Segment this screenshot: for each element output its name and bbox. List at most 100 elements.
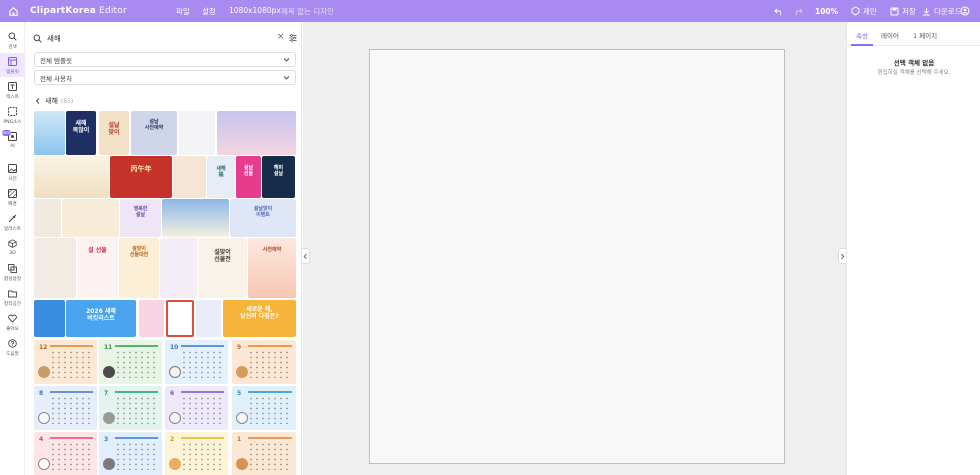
calendar-grid	[248, 396, 290, 424]
calendar-thumbnail[interactable]: 6	[165, 386, 228, 430]
section-header[interactable]: 새해 (65)	[35, 96, 73, 106]
template-thumbnail[interactable]: 설날 사전예약	[131, 111, 177, 155]
template-thumbnail[interactable]: 설날 맞이	[99, 111, 129, 155]
rail-item-illustration[interactable]: 일러스트	[0, 210, 25, 234]
usage-select[interactable]: 전체 사용처	[34, 70, 296, 85]
template-type-select[interactable]: 전체 템플릿	[34, 52, 296, 67]
template-thumbnail[interactable]: 새해 福	[207, 156, 235, 198]
rail-item-png-source[interactable]: PNG소스	[0, 103, 25, 127]
document-name[interactable]: 제목 없는 디자인	[281, 6, 334, 17]
calendar-thumbnail[interactable]: 4	[34, 432, 97, 475]
calendar-thumbnail[interactable]: 8	[34, 386, 97, 430]
template-thumbnail[interactable]	[179, 111, 215, 155]
template-thumbnail[interactable]	[34, 238, 76, 298]
pet-illustration	[103, 458, 115, 470]
template-thumbnail[interactable]	[173, 156, 206, 198]
collapse-left-panel-button[interactable]	[302, 248, 310, 264]
rail-item-composite[interactable]: 합성용컷	[0, 260, 25, 284]
template-thumbnail[interactable]: 설날맞이 이벤트	[230, 199, 296, 237]
zoom-level[interactable]: 100%	[815, 0, 838, 22]
chevron-right-icon	[841, 253, 845, 260]
rail-item-photo[interactable]: 사진	[0, 160, 25, 184]
template-thumbnail[interactable]: 새로운 해, 당신의 다짐은?	[223, 300, 296, 337]
filter-settings-icon[interactable]	[289, 34, 297, 42]
account-button[interactable]	[960, 0, 970, 22]
home-icon[interactable]	[6, 4, 20, 18]
template-thumbnail[interactable]	[34, 111, 65, 155]
template-thumbnail[interactable]	[34, 156, 109, 198]
pet-illustration	[236, 458, 248, 470]
template-thumbnail[interactable]	[217, 111, 296, 155]
template-thumbnail[interactable]	[34, 300, 65, 337]
design-page[interactable]	[369, 49, 785, 464]
template-thumbnail[interactable]	[34, 199, 61, 237]
calendar-month: 7	[104, 390, 109, 397]
calendar-thumbnail[interactable]: 5	[232, 386, 296, 430]
menu-file[interactable]: 파일	[176, 6, 190, 17]
rail-item-background[interactable]: 배경	[0, 185, 25, 209]
calendar-thumbnail[interactable]: 2	[165, 432, 228, 475]
calendar-month: 10	[170, 344, 179, 351]
template-thumbnail[interactable]: 설 선물	[77, 238, 118, 298]
tab-layers[interactable]: 레이어	[881, 30, 899, 40]
search-input[interactable]	[47, 33, 267, 43]
rail-label: 창작공간	[4, 302, 21, 307]
template-thumbnail[interactable]: 새해 복많이	[66, 111, 96, 155]
suggest-button[interactable]: 제안	[851, 0, 877, 22]
properties-panel: 속성 레이어 1 페이지 선택 객체 없음 편집하실 객체를 선택해 주세요.	[846, 22, 980, 475]
download-button[interactable]: 다운로드	[922, 0, 962, 22]
template-thumbnail[interactable]	[162, 199, 229, 237]
calendar-thumbnail[interactable]: 7	[99, 386, 162, 430]
template-thumbnail[interactable]: 丙午年	[110, 156, 172, 198]
template-thumbnail[interactable]	[139, 300, 164, 337]
template-thumbnail[interactable]: 사전예약	[248, 238, 296, 298]
canvas-workspace[interactable]	[303, 22, 846, 475]
rail-item-3d[interactable]: 3D	[0, 235, 25, 259]
template-thumbnail[interactable]: 해피 설날	[262, 156, 295, 198]
template-thumbnail[interactable]: 설맞이 선물대전	[119, 238, 159, 298]
rail-label: 사진	[8, 177, 17, 182]
rail-item-help[interactable]: 도움말	[0, 335, 25, 359]
redo-button[interactable]	[793, 0, 803, 22]
download-icon	[923, 7, 930, 15]
pet-illustration	[236, 366, 248, 378]
template-thumbnail[interactable]: 설맞이 선물전	[198, 238, 247, 298]
calendar-thumbnail[interactable]: 11	[99, 340, 162, 384]
search-icon	[33, 34, 42, 43]
calendar-thumbnail[interactable]: 10	[165, 340, 228, 384]
app-title: ClipartKorea Editor	[30, 6, 127, 16]
active-tab-indicator	[851, 44, 873, 46]
template-thumbnail[interactable]	[196, 300, 221, 337]
collapse-right-panel-button[interactable]	[838, 248, 846, 264]
calendar-month: 11	[104, 344, 113, 351]
template-panel: × 전체 템플릿 전체 사용처 새해 (65) 새해 복많이 설날 맞이 설날 …	[25, 22, 302, 475]
rail-item-likes[interactable]: 좋아요	[0, 310, 25, 334]
calendar-thumbnail[interactable]: 9	[232, 340, 296, 384]
calendar-thumbnail[interactable]: 3	[99, 432, 162, 475]
calendar-bar	[50, 437, 93, 439]
save-icon	[890, 7, 899, 15]
tab-page[interactable]: 1 페이지	[913, 30, 937, 40]
tab-properties[interactable]: 속성	[856, 30, 868, 40]
calendar-thumbnail[interactable]: 1	[232, 432, 296, 475]
menu-settings[interactable]: 설정	[202, 6, 216, 17]
undo-button[interactable]	[774, 0, 784, 22]
pet-illustration	[236, 412, 248, 424]
template-thumbnail[interactable]: 설날 선물	[236, 156, 261, 198]
clear-search-icon[interactable]: ×	[277, 32, 285, 42]
calendar-thumbnail[interactable]: 12	[34, 340, 97, 384]
template-thumbnail[interactable]: 2026 새해 버킷리스트	[66, 300, 136, 337]
properties-tabs: 속성 레이어 1 페이지	[847, 22, 980, 46]
template-thumbnail[interactable]: 행복한 설날	[120, 199, 161, 237]
rail-item-template[interactable]: 템플릿	[0, 53, 25, 77]
rail-item-search[interactable]: 검색	[0, 28, 25, 52]
calendar-grid	[248, 442, 290, 470]
template-thumbnail[interactable]	[166, 300, 194, 337]
rail-item-text[interactable]: 텍스트	[0, 78, 25, 102]
save-button[interactable]: 저장	[890, 0, 916, 22]
canvas-size[interactable]: 1080x1080px	[229, 6, 281, 15]
template-thumbnail[interactable]	[62, 199, 119, 237]
rail-item-workspace[interactable]: 창작공간	[0, 285, 25, 309]
folder-icon	[7, 288, 18, 299]
template-thumbnail[interactable]	[160, 238, 197, 298]
